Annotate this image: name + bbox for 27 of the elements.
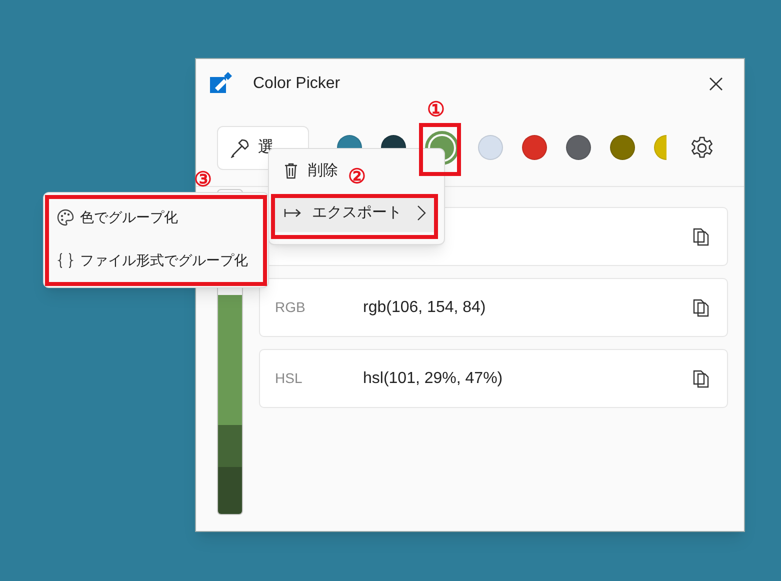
copy-icon[interactable]	[693, 298, 709, 316]
menu-item[interactable]: 色でグループ化	[47, 196, 266, 239]
step-number: ②	[348, 165, 366, 189]
braces-icon	[57, 252, 74, 269]
window-title: Color Picker	[253, 74, 340, 94]
format-value: hsl(101, 29%, 47%)	[363, 368, 503, 388]
copy-icon[interactable]	[693, 370, 709, 388]
menu-item[interactable]: ファイル形式でグループ化	[47, 239, 266, 282]
format-label: RGB	[275, 298, 306, 317]
palette-icon	[57, 209, 74, 226]
color-picker-icon	[209, 72, 233, 96]
color-swatch[interactable]	[610, 135, 635, 160]
eyedropper-icon	[230, 138, 250, 158]
color-swatch[interactable]	[566, 135, 591, 160]
export-arrow-icon	[284, 208, 302, 218]
step-number: ③	[194, 168, 212, 192]
chevron-right-icon	[417, 205, 426, 221]
close-icon	[709, 77, 723, 91]
format-label: HSL	[275, 369, 304, 388]
format-value: rgb(106, 154, 84)	[363, 298, 486, 318]
color-swatch[interactable]	[478, 135, 503, 160]
trash-icon	[284, 163, 298, 179]
step-number: ①	[427, 98, 445, 122]
highlight-frame	[419, 123, 461, 176]
settings-icon[interactable]	[690, 136, 714, 160]
copy-icon[interactable]	[693, 228, 709, 246]
color-swatch[interactable]	[522, 135, 547, 160]
